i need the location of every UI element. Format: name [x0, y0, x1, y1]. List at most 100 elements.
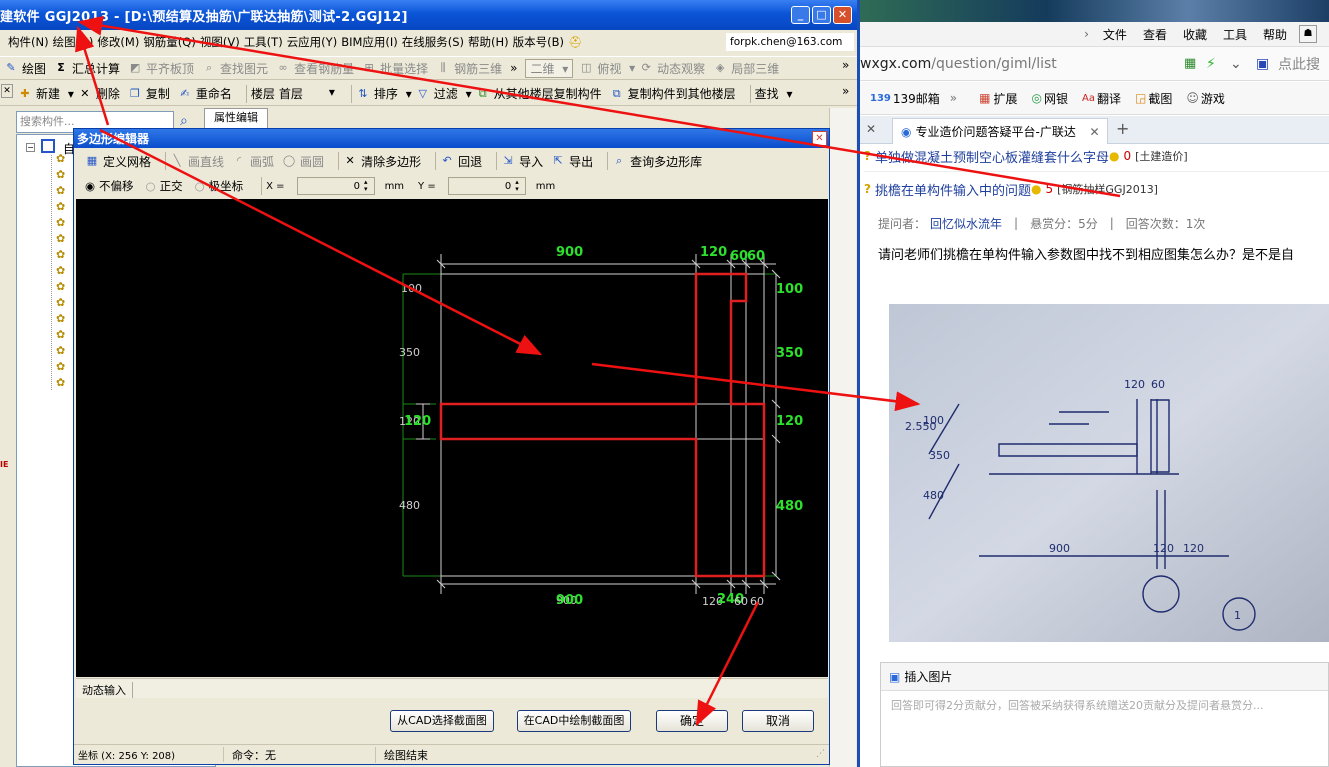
panel-close-icon[interactable]: ✕ — [1, 84, 13, 98]
polygon-shape[interactable] — [439, 272, 766, 578]
y-input[interactable]: 0 ▴ ▾ — [447, 177, 526, 195]
search-engine-icon[interactable]: ▣ — [1256, 56, 1269, 72]
fav-extend[interactable]: 扩展 — [993, 90, 1017, 107]
tab-close-icon[interactable]: ✕ — [866, 122, 876, 136]
polar-radio[interactable]: ○ — [195, 179, 205, 193]
list-item[interactable]: ✿ — [56, 344, 65, 360]
ok-button[interactable]: 确定 — [656, 710, 728, 732]
dropdown-icon[interactable]: ⌄ — [1230, 56, 1242, 72]
sort-button[interactable]: ⇅ 排序 ▾ — [356, 85, 411, 102]
import-button[interactable]: ⇲ 导入 — [501, 153, 547, 170]
browser-menu-tools[interactable]: 工具 — [1223, 26, 1247, 43]
resize-grip-icon[interactable]: ⋰ — [816, 749, 825, 759]
browser-menu-view[interactable]: 查看 — [1143, 26, 1167, 43]
maximize-icon[interactable]: □ — [812, 6, 831, 24]
menu-view[interactable]: 视图(V) — [200, 34, 240, 50]
browser-menu-file[interactable]: 文件 — [1103, 26, 1127, 43]
export-button[interactable]: ⇱ 导出 — [551, 153, 597, 170]
list-item[interactable]: ✿ — [56, 152, 65, 168]
menu-draw[interactable]: 绘图(D) — [53, 34, 94, 50]
toolbar-overflow-icon[interactable]: » — [842, 58, 849, 72]
lightning-icon[interactable]: ⚡ — [1206, 56, 1216, 72]
summary-calc-button[interactable]: Σ 汇总计算 — [54, 60, 124, 77]
overflow-icon[interactable]: » — [510, 61, 517, 75]
list-item[interactable]: ✿ — [56, 232, 65, 248]
account-field[interactable]: forpk.chen@163.com — [726, 33, 854, 51]
helmet-icon[interactable]: ⛑ — [568, 35, 583, 49]
list-item[interactable]: ✿ — [56, 280, 65, 296]
browser-menu-favorites[interactable]: 收藏 — [1183, 26, 1207, 43]
copy-button[interactable]: ❐ 复制 — [128, 85, 174, 102]
home-icon[interactable]: ☗ — [1299, 25, 1317, 43]
browser-menu-help[interactable]: 帮助 — [1263, 26, 1287, 43]
floor-select[interactable]: 首层 ▾ — [279, 85, 339, 102]
close-icon[interactable]: ✕ — [833, 6, 852, 24]
list-item[interactable]: ✿ — [56, 376, 65, 392]
list-item[interactable]: ✿ — [56, 216, 65, 232]
image-icon[interactable]: ▣ — [889, 670, 900, 684]
delete-button[interactable]: ✕ 删除 — [78, 85, 124, 102]
dynamic-input-tab[interactable]: 动态输入 — [82, 682, 133, 698]
menu-bim[interactable]: BIM应用(I) — [341, 34, 398, 50]
question-link[interactable]: 挑檐在单构件输入中的问题 — [875, 180, 1031, 199]
fav-games[interactable]: 游戏 — [1201, 90, 1225, 107]
new-button[interactable]: ✚ 新建 ▾ — [18, 85, 73, 102]
fav-screenshot[interactable]: 截图 — [1148, 90, 1172, 107]
new-tab-icon[interactable]: + — [1116, 119, 1129, 138]
menu-tools[interactable]: 工具(T) — [244, 34, 283, 50]
local-3d-button[interactable]: ◈ 局部三维 — [713, 60, 783, 77]
define-grid-button[interactable]: ▦ 定义网格 — [85, 153, 155, 170]
list-item[interactable]: ✿ — [56, 248, 65, 264]
cad-select-button[interactable]: 从CAD选择截面图 — [390, 710, 494, 732]
spinner-icon[interactable]: ▴ ▾ — [515, 179, 519, 193]
no-offset-radio[interactable]: ◉ — [85, 179, 95, 193]
draw-circle-button[interactable]: ◯ 画圆 — [282, 153, 328, 170]
menu-modify[interactable]: 修改(M) — [97, 34, 139, 50]
draw-arc-button[interactable]: ◜ 画弧 — [232, 153, 278, 170]
undo-button[interactable]: ↶ 回退 — [440, 153, 486, 170]
rename-button[interactable]: ✍ 重命名 — [178, 85, 236, 102]
toolbar-overflow-icon[interactable]: » — [842, 84, 849, 98]
query-library-button[interactable]: ⌕ 查询多边形库 — [612, 153, 706, 170]
view-rebar-button[interactable]: ∞ 查看钢筋量 — [276, 60, 358, 77]
insert-image-button[interactable]: 插入图片 — [904, 668, 952, 685]
fav-bank[interactable]: 网银 — [1044, 90, 1068, 107]
cad-draw-button[interactable]: 在CAD中绘制截面图 — [517, 710, 631, 732]
collapse-icon[interactable]: − — [26, 143, 35, 152]
address-bar[interactable]: wxgx.com /question/giml/list ▦ ⚡ ⌄ ▣ 点此搜 — [858, 47, 1329, 81]
question-link[interactable]: 单独做混凝土预制空心板灌缝套什么字母 — [875, 147, 1109, 166]
dialog-close-icon[interactable]: ✕ — [812, 131, 827, 146]
list-item[interactable]: ✿ — [56, 296, 65, 312]
ortho-radio[interactable]: ○ — [146, 179, 156, 193]
question-photo[interactable]: 120 60 100350 2.550480 900 120 120 1 — [889, 304, 1329, 642]
fav-translate[interactable]: 翻译 — [1097, 90, 1121, 107]
properties-tab[interactable]: 属性编辑 — [204, 108, 268, 128]
copy-from-floor-button[interactable]: ⧉ 从其他楼层复制构件 — [476, 85, 606, 102]
find-button[interactable]: 查找 ▾ — [755, 85, 793, 102]
menu-component[interactable]: 构件(N) — [8, 34, 49, 50]
menu-version[interactable]: 版本号(B) — [513, 34, 564, 50]
clear-polygon-button[interactable]: ✕ 清除多边形 — [343, 153, 425, 170]
category-tag[interactable]: [钢筋抽样GGJ2013] — [1057, 181, 1158, 197]
top-view-button[interactable]: ◫ 俯视 ▾ — [579, 60, 635, 77]
orbit-button[interactable]: ⟳ 动态观察 — [639, 60, 709, 77]
list-item[interactable]: ? 单独做混凝土预制空心板灌缝套什么字母 ● 0 [土建造价] — [864, 146, 1329, 166]
drawing-canvas[interactable]: 900 120 60 60 900 900 120 240 60 60 100 … — [76, 199, 828, 677]
cancel-button[interactable]: 取消 — [742, 710, 814, 732]
fav-mail[interactable]: 139邮箱 — [893, 90, 940, 107]
copy-to-floor-button[interactable]: ⧉ 复制构件到其他楼层 — [610, 85, 740, 102]
find-element-button[interactable]: ⌕ 查找图元 — [202, 60, 272, 77]
category-tag[interactable]: [土建造价] — [1135, 148, 1188, 164]
search-icon[interactable]: ⌕ — [180, 113, 188, 129]
list-item[interactable]: ✿ — [56, 184, 65, 200]
qr-icon[interactable]: ▦ — [1184, 56, 1196, 71]
x-input[interactable]: 0 ▴ ▾ — [296, 177, 375, 195]
list-item[interactable]: ✿ — [56, 168, 65, 184]
list-item[interactable]: ✿ — [56, 328, 65, 344]
menu-help[interactable]: 帮助(H) — [468, 34, 509, 50]
list-item[interactable]: ✿ — [56, 264, 65, 280]
align-slab-top-button[interactable]: ◩ 平齐板顶 — [128, 60, 198, 77]
minimize-icon[interactable]: _ — [791, 6, 810, 24]
answer-textarea[interactable]: 回答即可得2分贡献分，回答被采纳获得系统赠送20贡献分及提问者悬赏分... — [881, 691, 1328, 719]
view-mode-select[interactable]: 二维 ▾ — [525, 58, 574, 78]
